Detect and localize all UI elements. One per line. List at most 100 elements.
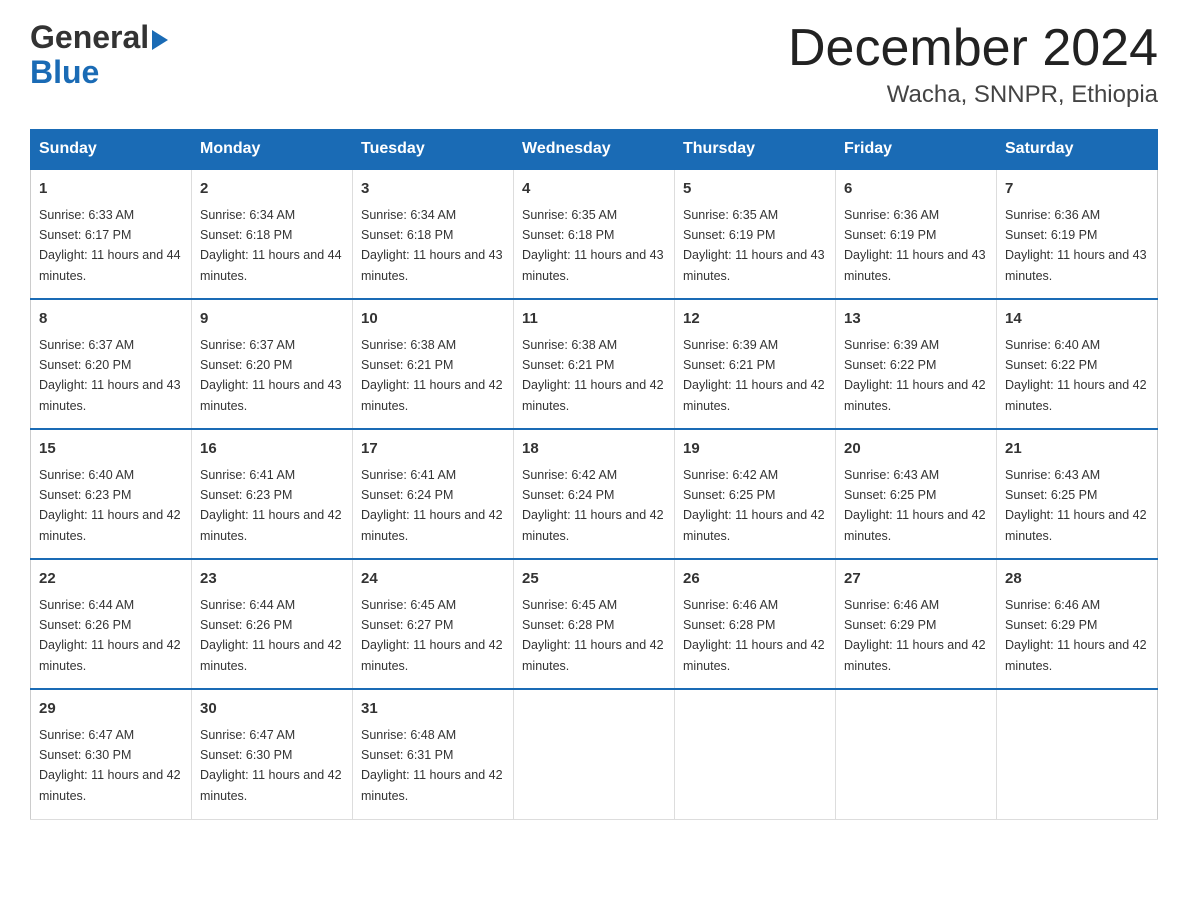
calendar-cell <box>514 689 675 819</box>
day-info: Sunrise: 6:43 AMSunset: 6:25 PMDaylight:… <box>1005 468 1147 543</box>
calendar-cell: 2 Sunrise: 6:34 AMSunset: 6:18 PMDayligh… <box>192 169 353 299</box>
calendar-cell: 16 Sunrise: 6:41 AMSunset: 6:23 PMDaylig… <box>192 429 353 559</box>
calendar-cell: 1 Sunrise: 6:33 AMSunset: 6:17 PMDayligh… <box>31 169 192 299</box>
day-number: 17 <box>361 438 505 461</box>
day-info: Sunrise: 6:48 AMSunset: 6:31 PMDaylight:… <box>361 728 503 803</box>
day-info: Sunrise: 6:42 AMSunset: 6:24 PMDaylight:… <box>522 468 664 543</box>
day-number: 28 <box>1005 568 1149 591</box>
day-info: Sunrise: 6:46 AMSunset: 6:28 PMDaylight:… <box>683 598 825 673</box>
calendar-cell: 30 Sunrise: 6:47 AMSunset: 6:30 PMDaylig… <box>192 689 353 819</box>
day-number: 4 <box>522 178 666 201</box>
calendar-cell: 18 Sunrise: 6:42 AMSunset: 6:24 PMDaylig… <box>514 429 675 559</box>
day-number: 13 <box>844 308 988 331</box>
calendar-cell: 6 Sunrise: 6:36 AMSunset: 6:19 PMDayligh… <box>836 169 997 299</box>
logo: General Blue <box>30 20 170 90</box>
day-number: 8 <box>39 308 183 331</box>
calendar-cell: 25 Sunrise: 6:45 AMSunset: 6:28 PMDaylig… <box>514 559 675 689</box>
calendar-cell: 8 Sunrise: 6:37 AMSunset: 6:20 PMDayligh… <box>31 299 192 429</box>
calendar-cell: 31 Sunrise: 6:48 AMSunset: 6:31 PMDaylig… <box>353 689 514 819</box>
calendar-cell: 26 Sunrise: 6:46 AMSunset: 6:28 PMDaylig… <box>675 559 836 689</box>
day-number: 16 <box>200 438 344 461</box>
day-info: Sunrise: 6:42 AMSunset: 6:25 PMDaylight:… <box>683 468 825 543</box>
day-number: 3 <box>361 178 505 201</box>
day-info: Sunrise: 6:39 AMSunset: 6:21 PMDaylight:… <box>683 338 825 413</box>
day-number: 10 <box>361 308 505 331</box>
day-info: Sunrise: 6:45 AMSunset: 6:28 PMDaylight:… <box>522 598 664 673</box>
calendar-cell: 22 Sunrise: 6:44 AMSunset: 6:26 PMDaylig… <box>31 559 192 689</box>
weekday-header-thursday: Thursday <box>675 130 836 170</box>
calendar-cell: 11 Sunrise: 6:38 AMSunset: 6:21 PMDaylig… <box>514 299 675 429</box>
weekday-header-friday: Friday <box>836 130 997 170</box>
day-number: 21 <box>1005 438 1149 461</box>
calendar-cell <box>675 689 836 819</box>
day-number: 11 <box>522 308 666 331</box>
weekday-header-wednesday: Wednesday <box>514 130 675 170</box>
location-subtitle: Wacha, SNNPR, Ethiopia <box>788 81 1158 109</box>
calendar-week-row: 1 Sunrise: 6:33 AMSunset: 6:17 PMDayligh… <box>31 169 1158 299</box>
day-number: 25 <box>522 568 666 591</box>
day-info: Sunrise: 6:38 AMSunset: 6:21 PMDaylight:… <box>361 338 503 413</box>
logo-general: General <box>30 19 149 55</box>
day-number: 29 <box>39 698 183 721</box>
day-number: 9 <box>200 308 344 331</box>
day-info: Sunrise: 6:36 AMSunset: 6:19 PMDaylight:… <box>1005 208 1147 283</box>
calendar-cell <box>997 689 1158 819</box>
weekday-header-saturday: Saturday <box>997 130 1158 170</box>
calendar-cell: 28 Sunrise: 6:46 AMSunset: 6:29 PMDaylig… <box>997 559 1158 689</box>
calendar-cell: 9 Sunrise: 6:37 AMSunset: 6:20 PMDayligh… <box>192 299 353 429</box>
day-info: Sunrise: 6:44 AMSunset: 6:26 PMDaylight:… <box>39 598 181 673</box>
day-info: Sunrise: 6:37 AMSunset: 6:20 PMDaylight:… <box>39 338 181 413</box>
calendar-cell: 7 Sunrise: 6:36 AMSunset: 6:19 PMDayligh… <box>997 169 1158 299</box>
weekday-header-sunday: Sunday <box>31 130 192 170</box>
day-info: Sunrise: 6:44 AMSunset: 6:26 PMDaylight:… <box>200 598 342 673</box>
calendar-cell: 13 Sunrise: 6:39 AMSunset: 6:22 PMDaylig… <box>836 299 997 429</box>
calendar-cell: 15 Sunrise: 6:40 AMSunset: 6:23 PMDaylig… <box>31 429 192 559</box>
month-year-title: December 2024 <box>788 20 1158 77</box>
calendar-cell: 29 Sunrise: 6:47 AMSunset: 6:30 PMDaylig… <box>31 689 192 819</box>
day-number: 31 <box>361 698 505 721</box>
calendar-week-row: 8 Sunrise: 6:37 AMSunset: 6:20 PMDayligh… <box>31 299 1158 429</box>
calendar-cell: 3 Sunrise: 6:34 AMSunset: 6:18 PMDayligh… <box>353 169 514 299</box>
page-header: General Blue December 2024 Wacha, SNNPR,… <box>30 20 1158 109</box>
day-number: 24 <box>361 568 505 591</box>
calendar-cell: 27 Sunrise: 6:46 AMSunset: 6:29 PMDaylig… <box>836 559 997 689</box>
day-number: 1 <box>39 178 183 201</box>
calendar-cell: 21 Sunrise: 6:43 AMSunset: 6:25 PMDaylig… <box>997 429 1158 559</box>
day-info: Sunrise: 6:43 AMSunset: 6:25 PMDaylight:… <box>844 468 986 543</box>
day-info: Sunrise: 6:40 AMSunset: 6:22 PMDaylight:… <box>1005 338 1147 413</box>
day-number: 7 <box>1005 178 1149 201</box>
day-info: Sunrise: 6:36 AMSunset: 6:19 PMDaylight:… <box>844 208 986 283</box>
day-number: 20 <box>844 438 988 461</box>
weekday-header-monday: Monday <box>192 130 353 170</box>
calendar-week-row: 15 Sunrise: 6:40 AMSunset: 6:23 PMDaylig… <box>31 429 1158 559</box>
calendar-cell: 14 Sunrise: 6:40 AMSunset: 6:22 PMDaylig… <box>997 299 1158 429</box>
day-number: 12 <box>683 308 827 331</box>
day-number: 14 <box>1005 308 1149 331</box>
day-info: Sunrise: 6:47 AMSunset: 6:30 PMDaylight:… <box>39 728 181 803</box>
day-number: 22 <box>39 568 183 591</box>
day-info: Sunrise: 6:37 AMSunset: 6:20 PMDaylight:… <box>200 338 342 413</box>
day-number: 26 <box>683 568 827 591</box>
calendar-cell: 12 Sunrise: 6:39 AMSunset: 6:21 PMDaylig… <box>675 299 836 429</box>
day-info: Sunrise: 6:40 AMSunset: 6:23 PMDaylight:… <box>39 468 181 543</box>
day-number: 19 <box>683 438 827 461</box>
day-info: Sunrise: 6:41 AMSunset: 6:24 PMDaylight:… <box>361 468 503 543</box>
weekday-header-tuesday: Tuesday <box>353 130 514 170</box>
day-number: 5 <box>683 178 827 201</box>
calendar-cell: 17 Sunrise: 6:41 AMSunset: 6:24 PMDaylig… <box>353 429 514 559</box>
logo-blue: Blue <box>30 54 99 90</box>
day-info: Sunrise: 6:45 AMSunset: 6:27 PMDaylight:… <box>361 598 503 673</box>
day-info: Sunrise: 6:46 AMSunset: 6:29 PMDaylight:… <box>844 598 986 673</box>
calendar-cell: 24 Sunrise: 6:45 AMSunset: 6:27 PMDaylig… <box>353 559 514 689</box>
day-info: Sunrise: 6:33 AMSunset: 6:17 PMDaylight:… <box>39 208 181 283</box>
day-info: Sunrise: 6:35 AMSunset: 6:19 PMDaylight:… <box>683 208 825 283</box>
day-number: 18 <box>522 438 666 461</box>
title-section: December 2024 Wacha, SNNPR, Ethiopia <box>788 20 1158 109</box>
calendar-cell: 5 Sunrise: 6:35 AMSunset: 6:19 PMDayligh… <box>675 169 836 299</box>
calendar-cell: 20 Sunrise: 6:43 AMSunset: 6:25 PMDaylig… <box>836 429 997 559</box>
day-number: 2 <box>200 178 344 201</box>
day-number: 15 <box>39 438 183 461</box>
calendar-cell: 4 Sunrise: 6:35 AMSunset: 6:18 PMDayligh… <box>514 169 675 299</box>
day-info: Sunrise: 6:47 AMSunset: 6:30 PMDaylight:… <box>200 728 342 803</box>
day-info: Sunrise: 6:46 AMSunset: 6:29 PMDaylight:… <box>1005 598 1147 673</box>
